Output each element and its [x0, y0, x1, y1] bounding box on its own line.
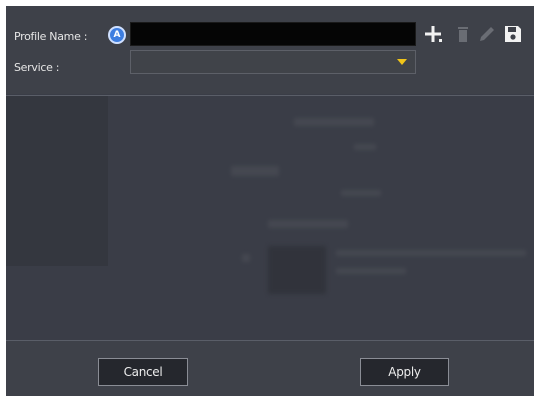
background-blur-text [341, 190, 381, 196]
background-blur-text [294, 118, 374, 126]
profile-dialog: Profile Name : A Service : Cancel Apply [6, 6, 534, 396]
dialog-footer [6, 341, 534, 396]
background-blur-text [354, 144, 376, 150]
delete-icon[interactable] [453, 24, 473, 44]
background-blur-image [268, 246, 326, 294]
apply-button[interactable]: Apply [360, 358, 449, 386]
header-divider [6, 95, 534, 96]
profile-name-input[interactable] [130, 22, 416, 46]
background-panel [6, 96, 108, 266]
edit-icon[interactable] [477, 24, 497, 44]
background-blur-text [268, 220, 348, 228]
background-blur-text [336, 268, 406, 274]
background-blur-icon [242, 254, 250, 262]
add-icon[interactable] [423, 24, 443, 44]
cancel-button[interactable]: Cancel [98, 358, 188, 386]
service-label: Service : [14, 61, 60, 74]
background-blur-text [336, 250, 526, 256]
save-icon[interactable] [503, 24, 523, 44]
auto-badge-icon[interactable]: A [108, 26, 126, 44]
background-blur-text [231, 166, 279, 176]
profile-name-label: Profile Name : [14, 30, 88, 43]
service-select[interactable] [130, 50, 416, 74]
chevron-down-icon[interactable] [397, 59, 407, 65]
